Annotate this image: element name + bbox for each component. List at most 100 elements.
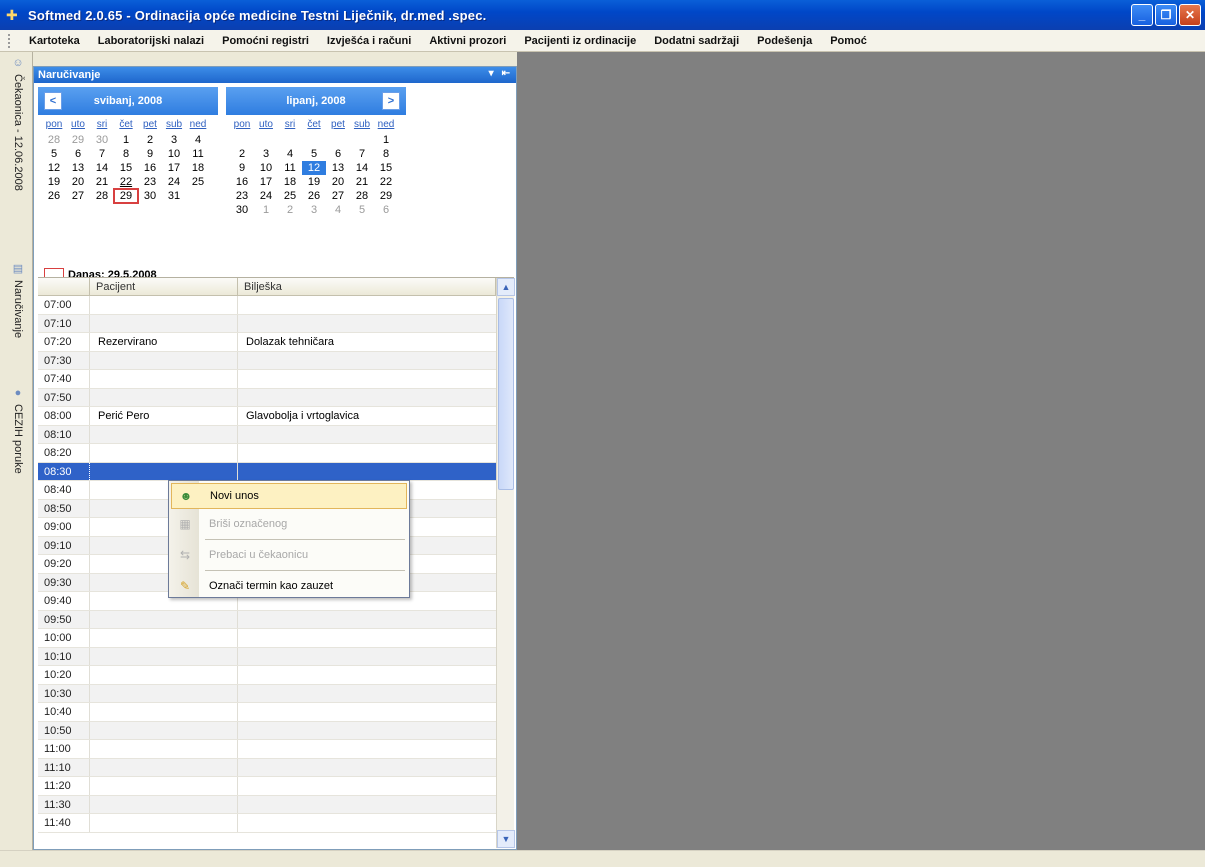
calendar-day[interactable]: 2 (138, 133, 162, 147)
calendar-day[interactable]: 11 (186, 147, 210, 161)
scroll-up-button[interactable]: ▲ (497, 278, 515, 296)
calendar-day[interactable]: 27 (66, 189, 90, 203)
menu-pomocni-registri[interactable]: Pomoćni registri (213, 35, 318, 47)
calendar-day[interactable]: 25 (278, 189, 302, 203)
side-tab-cekaonica[interactable]: ☺ Čekaonica - 12.06.2008 (9, 56, 27, 191)
table-row[interactable]: 08:30 (38, 462, 496, 481)
calendar-day[interactable]: 10 (162, 147, 186, 161)
calendar-day[interactable]: 3 (162, 133, 186, 147)
column-header-time[interactable] (38, 278, 90, 295)
calendar-day[interactable]: 23 (230, 189, 254, 203)
calendar-day[interactable]: 7 (90, 147, 114, 161)
calendar-day[interactable]: 29 (374, 189, 398, 203)
scroll-thumb[interactable] (498, 298, 514, 490)
calendar-day[interactable]: 20 (66, 175, 90, 189)
calendar-day[interactable]: 7 (350, 147, 374, 161)
calendar-day[interactable]: 15 (114, 161, 138, 175)
menu-podesenja[interactable]: Podešenja (748, 35, 821, 47)
calendar-day[interactable]: 22 (374, 175, 398, 189)
calendar-day[interactable]: 30 (90, 133, 114, 147)
calendar-day[interactable]: 16 (138, 161, 162, 175)
menu-dodatni-sadrzaji[interactable]: Dodatni sadržaji (645, 35, 748, 47)
calendar-day[interactable]: 18 (186, 161, 210, 175)
toolbar-grip[interactable] (8, 33, 12, 48)
menu-pacijenti-iz-ordinacije[interactable]: Pacijenti iz ordinacije (515, 35, 645, 47)
calendar-day[interactable]: 17 (254, 175, 278, 189)
calendar-day[interactable]: 8 (374, 147, 398, 161)
minimize-button[interactable]: _ (1131, 4, 1153, 26)
menu-izvjesca-i-racuni[interactable]: Izvješća i računi (318, 35, 420, 47)
menu-item-novi-unos[interactable]: ☻ Novi unos (171, 483, 407, 509)
table-row[interactable]: 10:10 (38, 647, 496, 666)
calendar-day[interactable]: 20 (326, 175, 350, 189)
table-row[interactable]: 08:20 (38, 444, 496, 463)
next-month-button[interactable]: > (382, 92, 400, 110)
menu-aktivni-prozori[interactable]: Aktivni prozori (420, 35, 515, 47)
calendar-day[interactable]: 19 (42, 175, 66, 189)
calendar-day[interactable]: 3 (254, 147, 278, 161)
calendar-day[interactable]: 16 (230, 175, 254, 189)
calendar-day[interactable]: 21 (350, 175, 374, 189)
calendar-day[interactable]: 28 (42, 133, 66, 147)
scroll-down-button[interactable]: ▼ (497, 830, 515, 848)
calendar-day[interactable]: 4 (326, 203, 350, 217)
calendar-day[interactable]: 28 (90, 189, 114, 203)
menu-item-brisi-oznacenog[interactable]: ▦ Briši označenog (171, 511, 407, 537)
calendar-day[interactable]: 13 (326, 161, 350, 175)
calendar-day[interactable]: 26 (42, 189, 66, 203)
table-row[interactable]: 11:20 (38, 777, 496, 796)
calendar-day[interactable]: 17 (162, 161, 186, 175)
calendar-day[interactable]: 9 (230, 161, 254, 175)
table-row[interactable]: 10:30 (38, 684, 496, 703)
calendar-day[interactable]: 11 (278, 161, 302, 175)
table-row[interactable]: 07:50 (38, 388, 496, 407)
calendar-day[interactable]: 14 (350, 161, 374, 175)
menu-item-prebaci-u-cekaonicu[interactable]: ⇆ Prebaci u čekaonicu (171, 542, 407, 568)
calendar-day[interactable]: 31 (162, 189, 186, 203)
calendar-day[interactable]: 8 (114, 147, 138, 161)
calendar-day[interactable]: 12 (302, 161, 326, 175)
table-row[interactable]: 10:00 (38, 629, 496, 648)
menu-laboratorijski-nalazi[interactable]: Laboratorijski nalazi (89, 35, 213, 47)
calendar-day[interactable]: 29 (66, 133, 90, 147)
calendar-day[interactable]: 6 (66, 147, 90, 161)
calendar-day[interactable]: 2 (230, 147, 254, 161)
calendar-day[interactable]: 26 (302, 189, 326, 203)
calendar-day[interactable]: 30 (230, 203, 254, 217)
table-row[interactable]: 07:20 Rezervirano Dolazak tehničara (38, 333, 496, 352)
table-row[interactable]: 10:20 (38, 666, 496, 685)
table-row[interactable]: 11:00 (38, 740, 496, 759)
panel-dock-button[interactable]: ⇤ (502, 68, 510, 79)
table-row[interactable]: 07:00 (38, 296, 496, 315)
side-tab-narucivanje[interactable]: ▤ Naručivanje (9, 262, 27, 338)
calendar-day[interactable]: 5 (350, 203, 374, 217)
side-tab-cezih[interactable]: ● CEZIH poruke (9, 386, 27, 474)
calendar-day[interactable]: 25 (186, 175, 210, 189)
table-row[interactable]: 08:10 (38, 425, 496, 444)
restore-button[interactable]: ❐ (1155, 4, 1177, 26)
calendar-day[interactable]: 24 (162, 175, 186, 189)
calendar-day[interactable]: 3 (302, 203, 326, 217)
table-row[interactable]: 07:10 (38, 314, 496, 333)
menu-pomoc[interactable]: Pomoć (821, 35, 876, 47)
table-row[interactable]: 11:10 (38, 758, 496, 777)
table-row[interactable]: 08:00 Perić Pero Glavobolja i vrtoglavica (38, 407, 496, 426)
calendar-day[interactable]: 9 (138, 147, 162, 161)
calendar-day[interactable]: 15 (374, 161, 398, 175)
calendar-day[interactable]: 23 (138, 175, 162, 189)
calendar-day[interactable]: 28 (350, 189, 374, 203)
column-header-note[interactable]: Bilješka (238, 278, 496, 295)
calendar-day[interactable]: 2 (278, 203, 302, 217)
table-row[interactable]: 07:30 (38, 351, 496, 370)
vertical-scrollbar[interactable]: ▲ ▼ (496, 278, 515, 848)
calendar-day[interactable]: 1 (374, 133, 398, 147)
calendar-day[interactable]: 18 (278, 175, 302, 189)
menu-item-oznaci-termin[interactable]: ✎ Označi termin kao zauzet (171, 573, 407, 599)
table-row[interactable]: 09:50 (38, 610, 496, 629)
calendar-day[interactable]: 5 (42, 147, 66, 161)
calendar-day[interactable]: 24 (254, 189, 278, 203)
prev-month-button[interactable]: < (44, 92, 62, 110)
table-row[interactable]: 07:40 (38, 370, 496, 389)
table-row[interactable]: 11:30 (38, 795, 496, 814)
calendar-day[interactable]: 14 (90, 161, 114, 175)
